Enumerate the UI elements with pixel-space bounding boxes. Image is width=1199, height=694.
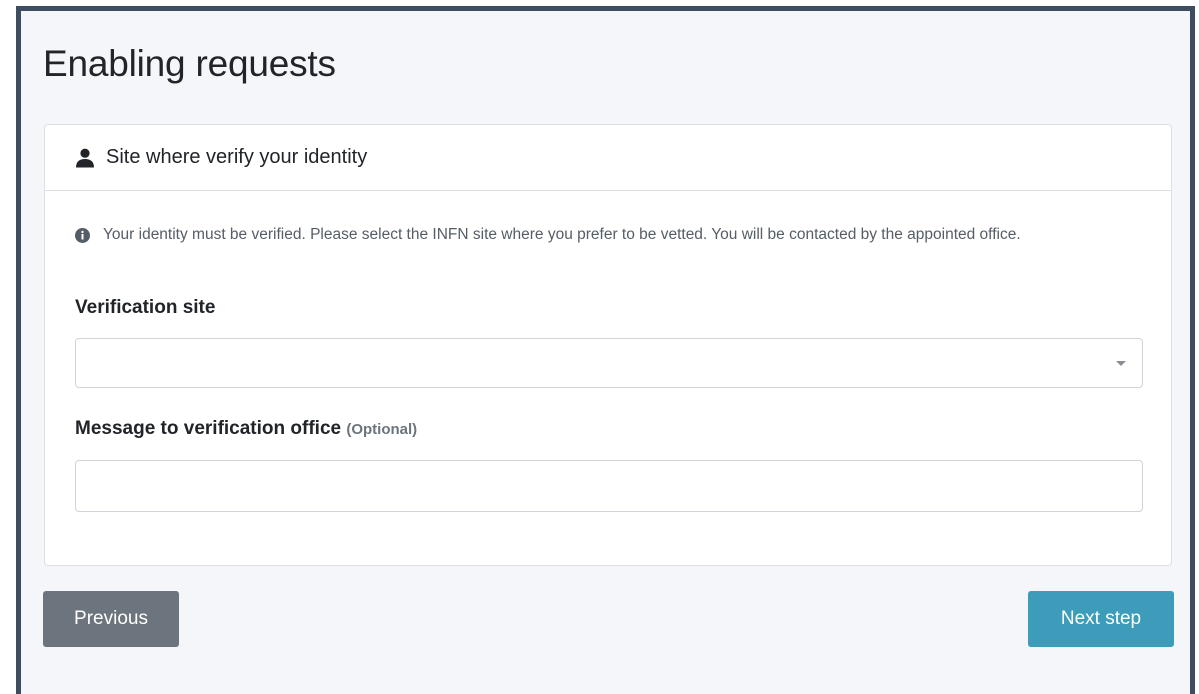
chevron-down-icon [1116,361,1126,366]
info-circle-icon [75,227,90,243]
info-text: Your identity must be verified. Please s… [103,226,1021,243]
message-label-text: Message to verification office [75,418,342,439]
user-icon [75,148,95,168]
verification-site-select[interactable] [75,338,1143,388]
card-header: Site where verify your identity [45,125,1171,191]
page-title: Enabling requests [43,43,336,84]
card-title: Site where verify your identity [106,146,368,168]
previous-button[interactable]: Previous [43,591,179,647]
verification-site-label: Verification site [75,297,216,318]
identity-verification-card: Site where verify your identity Your ide… [44,124,1172,566]
page-frame: Enabling requests Site where verify your… [16,6,1195,694]
message-input[interactable] [75,460,1143,512]
message-label: Message to verification office (Optional… [75,418,417,440]
next-step-button[interactable]: Next step [1028,591,1174,647]
optional-hint: (Optional) [346,421,418,438]
info-message: Your identity must be verified. Please s… [75,223,1115,246]
